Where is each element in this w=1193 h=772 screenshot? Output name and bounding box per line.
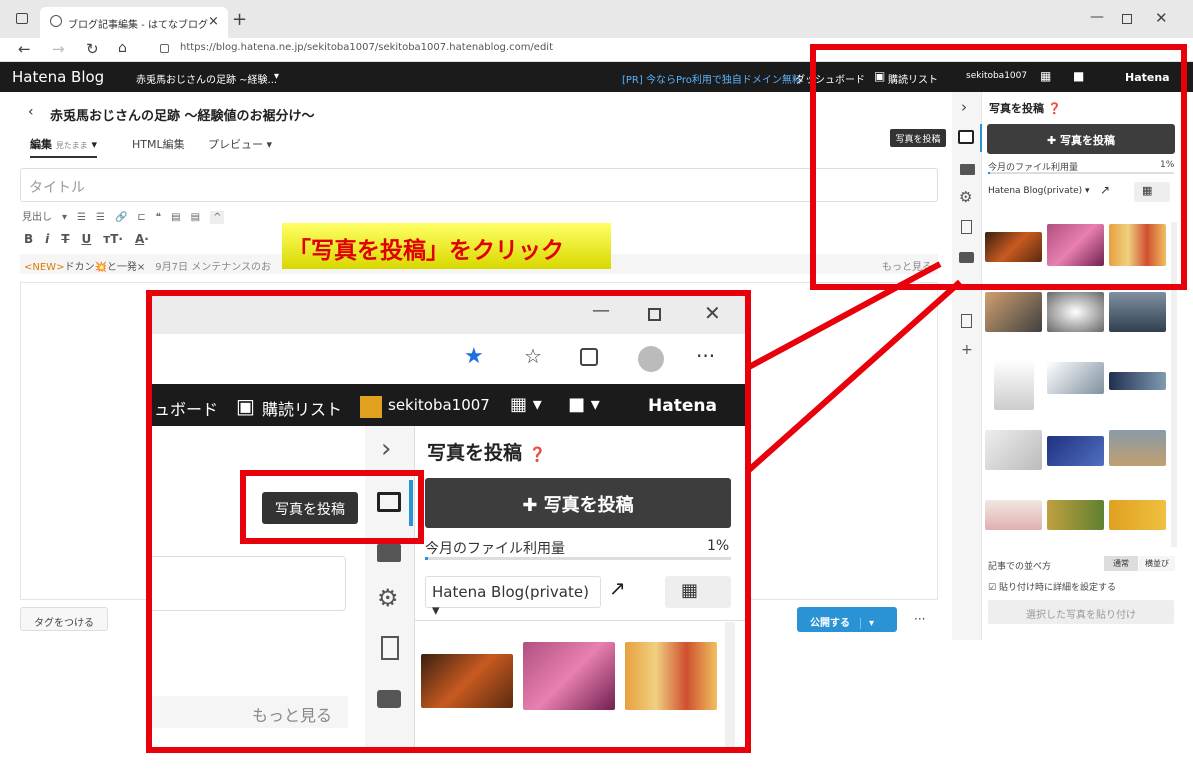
profile-icon[interactable] <box>638 346 664 372</box>
hatena-logo[interactable]: Hatena <box>648 396 717 416</box>
panel-title: 写真を投稿 ❓ <box>427 442 547 464</box>
notification-icon[interactable]: ■ ▾ <box>568 394 600 415</box>
favorites-icon[interactable]: ☆ <box>524 344 542 368</box>
zoom-hatena-bar: ュボード ▣ 購読リスト sekitoba1007 ▦ ▾ ■ ▾ Hatena <box>148 384 749 426</box>
dashboard-link-clipped[interactable]: ュボード <box>154 396 218 420</box>
reading-list-icon[interactable]: ▣ <box>236 394 255 418</box>
minimize-icon[interactable]: — <box>592 300 610 321</box>
external-link-icon[interactable]: ↗ <box>609 576 626 600</box>
gear-icon[interactable]: ⚙ <box>377 584 399 612</box>
help-icon[interactable]: ❓ <box>529 447 546 463</box>
usage-value: 1% <box>707 538 730 554</box>
reading-list-link[interactable]: 購読リスト <box>262 396 342 420</box>
album-select[interactable]: Hatena Blog(private) ▾ <box>425 576 601 619</box>
usage-label: 今月のファイル利用量 <box>425 541 565 557</box>
document-icon[interactable] <box>381 636 399 660</box>
zoom-sidebar-icon-column: › ⚙ <box>365 426 415 751</box>
more-icon[interactable]: ··· <box>696 344 715 368</box>
chevron-right-icon[interactable]: › <box>381 434 391 464</box>
post-photo-button[interactable]: ✚ 写真を投稿 <box>425 478 731 528</box>
zoom-photo-panel: 写真を投稿 ❓ ✚ 写真を投稿 今月のファイル利用量 1% Hatena Blo… <box>415 426 749 751</box>
zoom-address-bar: ★ ☆ ··· <box>148 334 749 384</box>
zoom-notice-bar: もっと見る <box>148 696 348 728</box>
apps-grid-icon[interactable]: ▦ ▾ <box>510 394 542 415</box>
usage-bar <box>425 557 731 560</box>
photo-thumb[interactable] <box>625 642 717 710</box>
grid-view-icon[interactable]: ▦ <box>665 576 731 608</box>
zoom-title-bar: — ✕ <box>148 292 749 334</box>
zoomed-detail: — ✕ ★ ☆ ··· ュボード ▣ 購読リスト sekitoba1007 ▦ … <box>148 292 749 751</box>
connector-line-top <box>747 261 942 370</box>
more-link[interactable]: もっと見る <box>252 702 332 726</box>
photo-thumb[interactable] <box>421 654 513 708</box>
collections-icon[interactable] <box>580 348 598 366</box>
user-menu[interactable]: sekitoba1007 <box>388 396 490 414</box>
photo-thumb[interactable] <box>523 642 615 710</box>
zoom-title-input[interactable] <box>148 556 346 611</box>
folder-icon[interactable] <box>377 544 401 562</box>
maximize-icon[interactable] <box>648 308 661 321</box>
panel-divider <box>415 620 749 621</box>
photo-active-indicator <box>409 480 413 526</box>
panel-scrollbar[interactable] <box>725 622 735 751</box>
youtube-icon[interactable] <box>377 690 401 708</box>
zoom-editor-area: もっと見る <box>148 426 365 751</box>
close-icon[interactable]: ✕ <box>704 301 721 325</box>
photo-icon[interactable] <box>377 492 401 512</box>
star-icon[interactable]: ★ <box>464 344 484 369</box>
user-avatar[interactable] <box>360 396 382 418</box>
tooltip-photo: 写真を投稿 <box>262 492 358 524</box>
